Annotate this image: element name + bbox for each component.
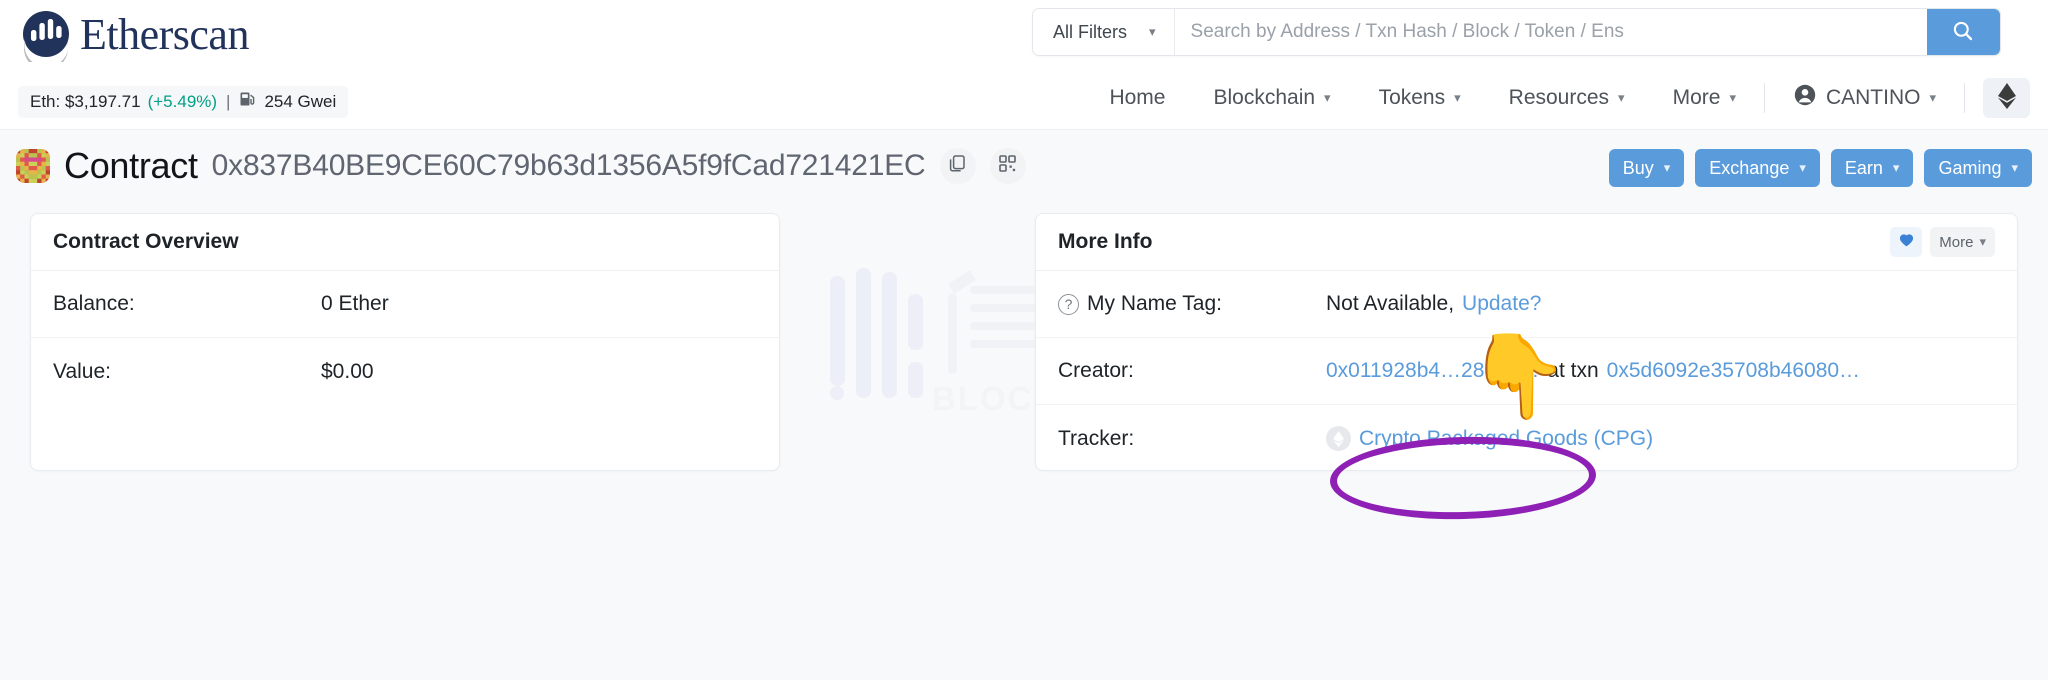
search-input[interactable]	[1175, 9, 1927, 55]
chevron-down-icon: ▾	[1149, 24, 1156, 40]
exchange-label: Exchange	[1709, 158, 1789, 179]
balance-value: 0 Ether	[321, 292, 389, 316]
user-circle-icon	[1793, 83, 1817, 113]
chevron-down-icon: ▾	[1799, 160, 1806, 176]
heart-icon	[1898, 232, 1915, 253]
earn-button[interactable]: Earn ▾	[1831, 149, 1914, 187]
name-tag-value: Not Available,	[1326, 292, 1454, 316]
nav-label: More	[1673, 86, 1721, 110]
search-submit-button[interactable]	[1927, 9, 2000, 55]
nav-label: Resources	[1509, 86, 1609, 110]
copy-address-button[interactable]	[940, 148, 976, 184]
more-options-button[interactable]: More ▾	[1930, 227, 1995, 257]
nav-label: Tokens	[1379, 86, 1446, 110]
exchange-button[interactable]: Exchange ▾	[1695, 149, 1820, 187]
site-header: Etherscan Eth: $3,197.71 (+5.49%) | 254 …	[0, 0, 2048, 130]
nav-divider	[1764, 83, 1765, 113]
chevron-down-icon: ▾	[1618, 90, 1625, 106]
gaming-label: Gaming	[1938, 158, 2001, 179]
search-filter-dropdown[interactable]: All Filters ▾	[1033, 9, 1175, 55]
value-label: Value:	[53, 360, 321, 384]
copy-icon	[948, 154, 967, 178]
contract-address: 0x837B40BE9CE60C79b63d1356A5f9fCad721421…	[212, 149, 926, 183]
chevron-down-icon: ▾	[1454, 90, 1461, 106]
contract-overview-header: Contract Overview	[31, 214, 779, 271]
nav-item-resources[interactable]: Resources ▾	[1485, 86, 1649, 110]
chevron-down-icon: ▾	[1324, 90, 1331, 106]
etherscan-logo[interactable]: Etherscan	[18, 6, 249, 62]
eth-price-change: (+5.49%)	[148, 92, 217, 112]
nav-item-more[interactable]: More ▾	[1649, 86, 1760, 110]
qr-code-icon	[998, 154, 1017, 178]
buy-button[interactable]: Buy ▾	[1609, 149, 1685, 187]
favorite-button[interactable]	[1890, 227, 1922, 257]
more-options-label: More	[1939, 234, 1973, 251]
nav-item-tokens[interactable]: Tokens ▾	[1355, 86, 1485, 110]
page-title: Contract	[64, 145, 198, 187]
creator-address-link[interactable]: 0x011928b4…2887c…	[1326, 359, 1539, 383]
creator-at-txn-text: at txn	[1547, 359, 1598, 383]
value-row: Value: $0.00	[31, 338, 779, 405]
contract-overview-card: Contract Overview Balance: 0 Ether Value…	[30, 213, 780, 471]
ethereum-token-icon	[1326, 426, 1351, 451]
name-tag-row: ? My Name Tag: Not Available, Update?	[1036, 271, 2017, 338]
more-info-title: More Info	[1058, 230, 1153, 254]
contract-title-row: Contract 0x837B40BE9CE60C79b63d1356A5f9f…	[0, 131, 2048, 205]
update-name-tag-link[interactable]: Update?	[1462, 292, 1541, 316]
eth-price-bar[interactable]: Eth: $3,197.71 (+5.49%) | 254 Gwei	[18, 86, 348, 118]
name-tag-label: My Name Tag:	[1087, 292, 1222, 316]
name-tag-value-wrap: Not Available, Update?	[1326, 292, 1541, 316]
search-icon	[1951, 19, 1975, 46]
nav-divider	[1964, 83, 1965, 113]
ethereum-diamond-icon	[1997, 82, 2017, 115]
nav-label: Home	[1109, 86, 1165, 110]
price-separator: |	[226, 92, 230, 112]
more-info-card: More Info More ▾ ? My Name Tag:	[1035, 213, 2018, 471]
account-label: CANTINO	[1826, 86, 1921, 110]
network-switch-button[interactable]	[1983, 78, 2030, 118]
tracker-label: Tracker:	[1058, 427, 1326, 451]
qr-code-button[interactable]	[990, 148, 1026, 184]
tracker-row: Tracker: Crypto Packaged Goods (CPG)	[1036, 405, 2017, 472]
creator-row: Creator: 0x011928b4…2887c… at txn 0x5d60…	[1036, 338, 2017, 405]
gaming-button[interactable]: Gaming ▾	[1924, 149, 2032, 187]
chevron-down-icon: ▾	[1664, 160, 1671, 176]
chevron-down-icon: ▾	[1979, 234, 1986, 250]
creator-value-wrap: 0x011928b4…2887c… at txn 0x5d6092e35708b…	[1326, 359, 1860, 383]
tracker-token-link[interactable]: Crypto Packaged Goods (CPG)	[1359, 427, 1653, 451]
balance-label: Balance:	[53, 292, 321, 316]
creation-txn-link[interactable]: 0x5d6092e35708b46080…	[1607, 359, 1860, 383]
chevron-down-icon: ▾	[1929, 90, 1936, 106]
search-bar: All Filters ▾	[1032, 8, 2001, 56]
buy-label: Buy	[1623, 158, 1654, 179]
tracker-value-wrap: Crypto Packaged Goods (CPG)	[1326, 426, 1653, 451]
cta-button-group: Buy ▾ Exchange ▾ Earn ▾ Gaming ▾	[1609, 149, 2032, 187]
blockie-avatar-icon	[16, 149, 50, 183]
search-filter-label: All Filters	[1053, 22, 1127, 43]
question-circle-icon[interactable]: ?	[1058, 294, 1079, 315]
more-info-header: More Info More ▾	[1036, 214, 2017, 271]
name-tag-label-wrap: ? My Name Tag:	[1058, 292, 1326, 316]
nav-item-account[interactable]: CANTINO ▾	[1769, 83, 1960, 113]
value-value: $0.00	[321, 360, 374, 384]
chevron-down-icon: ▾	[1893, 160, 1900, 176]
etherscan-logo-icon	[18, 6, 74, 62]
earn-label: Earn	[1845, 158, 1883, 179]
gas-price-label: 254 Gwei	[264, 92, 336, 112]
chevron-down-icon: ▾	[2011, 160, 2018, 176]
creator-label: Creator:	[1058, 359, 1326, 383]
main-nav: Home Blockchain ▾ Tokens ▾ Resources ▾ M…	[1085, 78, 2030, 118]
balance-row: Balance: 0 Ether	[31, 271, 779, 338]
gas-pump-icon	[239, 90, 257, 113]
nav-label: Blockchain	[1213, 86, 1315, 110]
contract-overview-title: Contract Overview	[53, 230, 239, 254]
chevron-down-icon: ▾	[1729, 90, 1736, 106]
etherscan-wordmark: Etherscan	[80, 9, 249, 60]
nav-item-blockchain[interactable]: Blockchain ▾	[1189, 86, 1354, 110]
nav-item-home[interactable]: Home	[1085, 86, 1189, 110]
eth-price-label: Eth: $3,197.71	[30, 92, 141, 112]
